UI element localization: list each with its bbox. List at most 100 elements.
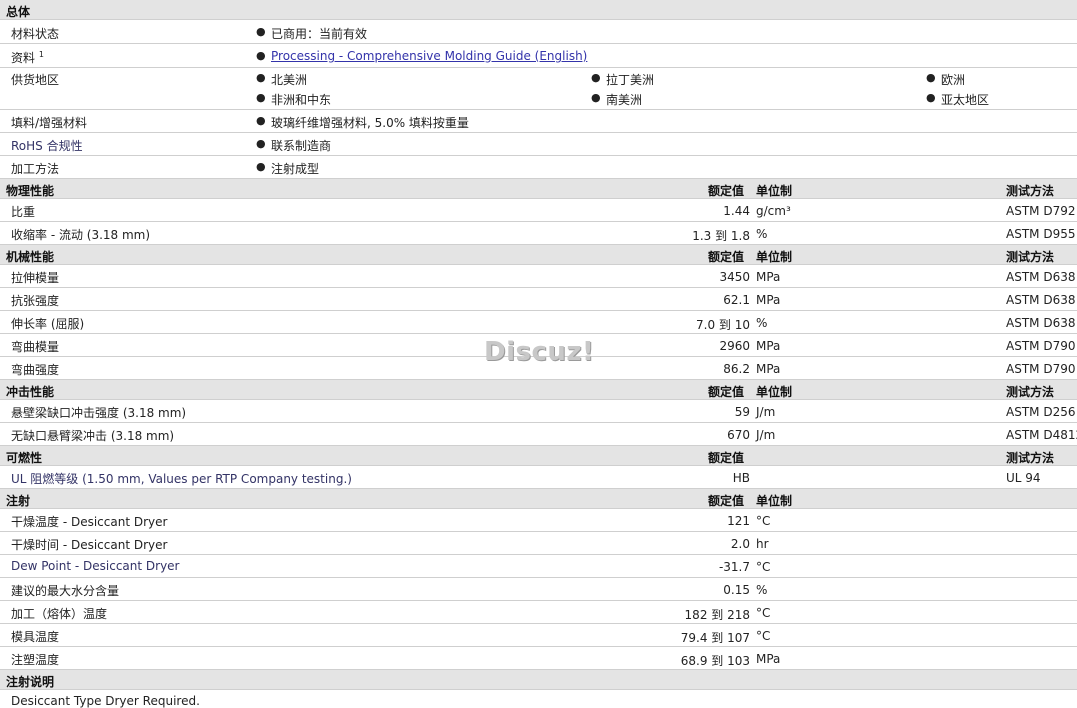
bullet-icon: ● <box>591 91 601 104</box>
table-row: 模具温度 79.4 到 107 °C <box>0 624 1077 647</box>
section-title: 冲击性能 <box>6 385 55 399</box>
column-unit: 单位制 <box>756 494 793 508</box>
row-documents: 资料 1 ● Processing - Comprehensive Moldin… <box>0 44 1077 68</box>
test-method: ASTM D792 <box>1006 204 1076 218</box>
property-value: 0.15 <box>723 583 750 597</box>
test-method: UL 94 <box>1006 471 1041 485</box>
test-method: ASTM D638 <box>1006 293 1076 307</box>
row-label: 加工方法 <box>11 162 60 176</box>
property-value: 79.4 到 107 <box>680 631 750 645</box>
table-row: 建议的最大水分含量 0.15 % <box>0 578 1077 601</box>
column-rated: 额定值 <box>708 451 745 465</box>
property-value: 2.0 <box>730 537 750 551</box>
property-value: 62.1 <box>723 293 750 307</box>
property-value: 1.44 <box>723 204 750 218</box>
row-value: 已商用：当前有效 <box>271 27 368 41</box>
row-value: 注射成型 <box>271 162 320 176</box>
property-unit: °C <box>756 560 771 574</box>
section-title: 注射 <box>6 494 31 508</box>
notes-text: Desiccant Type Dryer Required. <box>11 694 200 708</box>
property-unit: °C <box>756 514 771 528</box>
section-title: 总体 <box>6 5 31 19</box>
table-row: 抗张强度 62.1 MPa ASTM D638 <box>0 288 1077 311</box>
notes-row: Desiccant Type Dryer Required. <box>0 690 1077 708</box>
column-unit: 单位制 <box>756 385 793 399</box>
bullet-icon: ● <box>591 71 601 84</box>
bullet-icon: ● <box>256 49 266 62</box>
table-row: 注塑温度 68.9 到 103 MPa <box>0 647 1077 670</box>
property-name: Dew Point - Desiccant Dryer <box>11 559 180 573</box>
property-value: -31.7 <box>718 560 750 574</box>
property-unit: J/m <box>756 405 776 419</box>
property-unit: MPa <box>756 339 781 353</box>
region-item: 亚太地区 <box>941 93 990 107</box>
property-name: 干燥时间 - Desiccant Dryer <box>11 538 168 552</box>
section-header-flammability: 可燃性 额定值 测试方法 <box>0 446 1077 466</box>
row-rohs: RoHS 合规性 ● 联系制造商 <box>0 133 1077 156</box>
property-unit: hr <box>756 537 769 551</box>
region-item: 欧洲 <box>941 73 966 87</box>
property-name: 加工（熔体）温度 <box>11 607 108 621</box>
table-row: 比重 1.44 g/cm³ ASTM D792 <box>0 199 1077 222</box>
column-rated: 额定值 <box>708 250 745 264</box>
property-unit: MPa <box>756 362 781 376</box>
discuz-watermark: Discuz! <box>484 337 595 367</box>
property-name: 比重 <box>11 205 36 219</box>
property-unit: MPa <box>756 270 781 284</box>
property-name: 悬壁梁缺口冲击强度 (3.18 mm) <box>11 406 187 420</box>
table-row: 伸长率 (屈服) 7.0 到 10 % ASTM D638 <box>0 311 1077 334</box>
row-process: 加工方法 ● 注射成型 <box>0 156 1077 179</box>
test-method: ASTM D638 <box>1006 316 1076 330</box>
row-value: 玻璃纤维增强材料, 5.0% 填料按重量 <box>271 116 469 130</box>
molding-guide-link[interactable]: Processing - Comprehensive Molding Guide… <box>271 49 587 63</box>
column-method: 测试方法 <box>1006 184 1055 198</box>
section-title: 物理性能 <box>6 184 55 198</box>
property-name: 伸长率 (屈服) <box>11 317 85 331</box>
column-method: 测试方法 <box>1006 385 1055 399</box>
table-row: 无缺口悬臂梁冲击 (3.18 mm) 670 J/m ASTM D4812 <box>0 423 1077 446</box>
row-value: 联系制造商 <box>271 139 332 153</box>
section-header-impact: 冲击性能 额定值 单位制 测试方法 <box>0 380 1077 400</box>
bullet-icon: ● <box>256 160 266 173</box>
property-value: 68.9 到 103 <box>680 654 750 668</box>
table-row: 干燥时间 - Desiccant Dryer 2.0 hr <box>0 532 1077 555</box>
row-label: 资料 1 <box>11 50 44 65</box>
property-name: 模具温度 <box>11 630 60 644</box>
region-item: 南美洲 <box>606 93 643 107</box>
row-material-status: 材料状态 ● 已商用：当前有效 <box>0 20 1077 44</box>
test-method: ASTM D638 <box>1006 270 1076 284</box>
property-name: 收缩率 - 流动 (3.18 mm) <box>11 228 151 242</box>
row-label: 供货地区 <box>11 73 60 87</box>
section-header-notes: 注射说明 <box>0 670 1077 690</box>
region-item: 非洲和中东 <box>271 93 332 107</box>
property-name: 弯曲强度 <box>11 363 60 377</box>
bullet-icon: ● <box>256 114 266 127</box>
property-value: 2960 <box>719 339 750 353</box>
bullet-icon: ● <box>926 91 936 104</box>
table-row: 收缩率 - 流动 (3.18 mm) 1.3 到 1.8 % ASTM D955 <box>0 222 1077 245</box>
test-method: ASTM D955 <box>1006 227 1076 241</box>
bullet-icon: ● <box>256 137 266 150</box>
property-value: 670 <box>727 428 750 442</box>
region-item: 拉丁美洲 <box>606 73 655 87</box>
section-title: 机械性能 <box>6 250 55 264</box>
bullet-icon: ● <box>256 25 266 38</box>
property-name: UL 阻燃等级 (1.50 mm, Values per RTP Company… <box>11 472 352 486</box>
property-unit: % <box>756 316 768 330</box>
row-label: 材料状态 <box>11 27 60 41</box>
property-name: 抗张强度 <box>11 294 60 308</box>
property-name: 干燥温度 - Desiccant Dryer <box>11 515 168 529</box>
column-unit: 单位制 <box>756 250 793 264</box>
column-rated: 额定值 <box>708 184 745 198</box>
property-value: 59 <box>734 405 750 419</box>
test-method: ASTM D4812 <box>1006 428 1077 442</box>
property-name: 无缺口悬臂梁冲击 (3.18 mm) <box>11 429 175 443</box>
table-row: 悬壁梁缺口冲击强度 (3.18 mm) 59 J/m ASTM D256 <box>0 400 1077 423</box>
table-row: 干燥温度 - Desiccant Dryer 121 °C <box>0 509 1077 532</box>
property-value: 7.0 到 10 <box>696 318 750 332</box>
property-value: HB <box>732 471 750 485</box>
property-unit: g/cm³ <box>756 204 791 218</box>
column-method: 测试方法 <box>1006 451 1055 465</box>
table-row: Dew Point - Desiccant Dryer -31.7 °C <box>0 555 1077 578</box>
property-value: 86.2 <box>723 362 750 376</box>
